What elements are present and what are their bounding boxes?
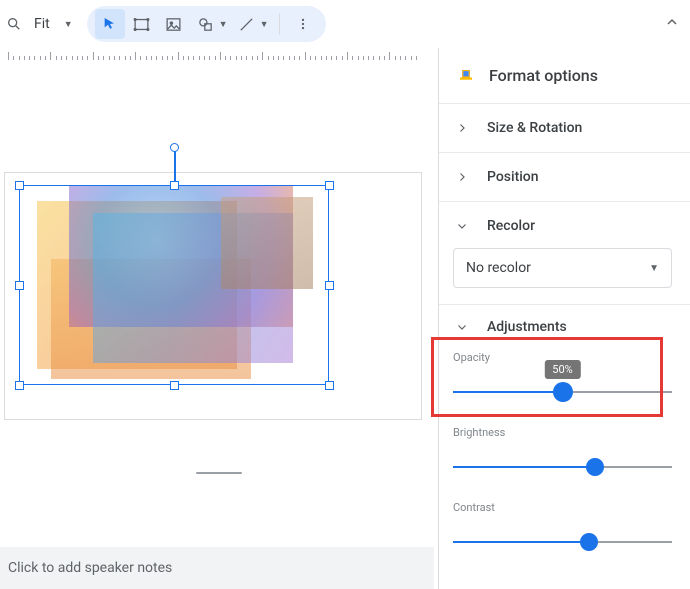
caret-down-icon: ▼: [64, 19, 73, 30]
sel-handle-ne[interactable]: [325, 181, 334, 190]
section-position[interactable]: Position: [439, 153, 690, 202]
slider-fill: [453, 466, 595, 468]
shape-tool[interactable]: [191, 9, 221, 39]
opacity-slider[interactable]: 50%: [453, 386, 672, 398]
contrast-slider[interactable]: [453, 536, 672, 548]
slider-thumb[interactable]: [586, 458, 604, 476]
shape-caret-icon[interactable]: ▼: [219, 19, 228, 30]
caret-down-icon: ▼: [649, 263, 659, 274]
zoom-select[interactable]: Fit ▼: [26, 10, 81, 38]
main: Click to add speaker notes Format option…: [0, 48, 690, 589]
section-label: Size & Rotation: [487, 120, 582, 136]
collapse-toolbar-icon[interactable]: [664, 14, 680, 30]
speaker-notes-placeholder: Click to add speaker notes: [8, 560, 172, 576]
canvas-column: Click to add speaker notes: [0, 48, 438, 589]
toolbar: Fit ▼ ▼ ▼: [0, 0, 690, 48]
slider-fill: [453, 391, 563, 393]
rotation-handle[interactable]: [170, 143, 179, 152]
sel-handle-w[interactable]: [15, 281, 24, 290]
sel-handle-nw[interactable]: [15, 181, 24, 190]
select-tool[interactable]: [95, 9, 125, 39]
chevron-right-icon: [453, 171, 471, 183]
selection-box[interactable]: [19, 185, 329, 385]
zoom-group: Fit ▼: [2, 7, 81, 41]
chevron-down-icon: [453, 321, 471, 333]
ruler-ticks: [8, 48, 426, 64]
more-tools[interactable]: [288, 9, 318, 39]
divider: [279, 13, 280, 35]
section-size-rotation[interactable]: Size & Rotation: [439, 104, 690, 153]
format-panel: Format options Size & Rotation Position: [438, 48, 690, 589]
opacity-value-pill: 50%: [544, 360, 580, 379]
section-recolor: Recolor No recolor ▼: [439, 202, 690, 305]
line-caret-icon[interactable]: ▼: [260, 19, 269, 30]
recolor-select[interactable]: No recolor ▼: [453, 248, 672, 288]
section-adjustments: Adjustments Opacity 50% Brightness Contr…: [439, 305, 690, 576]
slider-thumb[interactable]: [553, 382, 573, 402]
zoom-value: Fit: [34, 16, 50, 32]
slider-fill: [453, 541, 589, 543]
section-label: Position: [487, 169, 539, 185]
canvas[interactable]: [0, 64, 438, 547]
sel-handle-sw[interactable]: [15, 381, 24, 390]
sel-handle-e[interactable]: [325, 281, 334, 290]
sel-handle-n[interactable]: [170, 181, 179, 190]
slide[interactable]: [4, 172, 422, 420]
panel-title: Format options: [489, 66, 598, 85]
recolor-value: No recolor: [466, 260, 531, 276]
line-tool[interactable]: [232, 9, 262, 39]
section-label: Recolor: [487, 218, 535, 234]
tool-pill: ▼ ▼: [87, 6, 326, 42]
brightness-slider[interactable]: [453, 461, 672, 473]
textbox-tool[interactable]: [127, 9, 157, 39]
sel-handle-se[interactable]: [325, 381, 334, 390]
ruler: [0, 48, 430, 64]
zoom-tool-icon[interactable]: [2, 10, 26, 38]
sel-handle-s[interactable]: [170, 381, 179, 390]
slider-thumb[interactable]: [580, 533, 598, 551]
chevron-down-icon: [453, 220, 471, 232]
chevron-right-icon: [453, 122, 471, 134]
drag-notes-handle[interactable]: [196, 472, 242, 474]
image-tool[interactable]: [159, 9, 189, 39]
section-adjustments-toggle[interactable]: Adjustments: [453, 319, 672, 335]
opacity-group: Opacity 50%: [453, 351, 672, 398]
section-recolor-toggle[interactable]: Recolor: [453, 218, 672, 234]
panel-header: Format options: [439, 48, 690, 104]
rotation-line: [174, 149, 176, 185]
brightness-label: Brightness: [453, 426, 672, 439]
speaker-notes[interactable]: Click to add speaker notes: [0, 547, 434, 589]
section-label: Adjustments: [487, 319, 567, 335]
contrast-label: Contrast: [453, 501, 672, 514]
format-icon: [457, 67, 475, 85]
